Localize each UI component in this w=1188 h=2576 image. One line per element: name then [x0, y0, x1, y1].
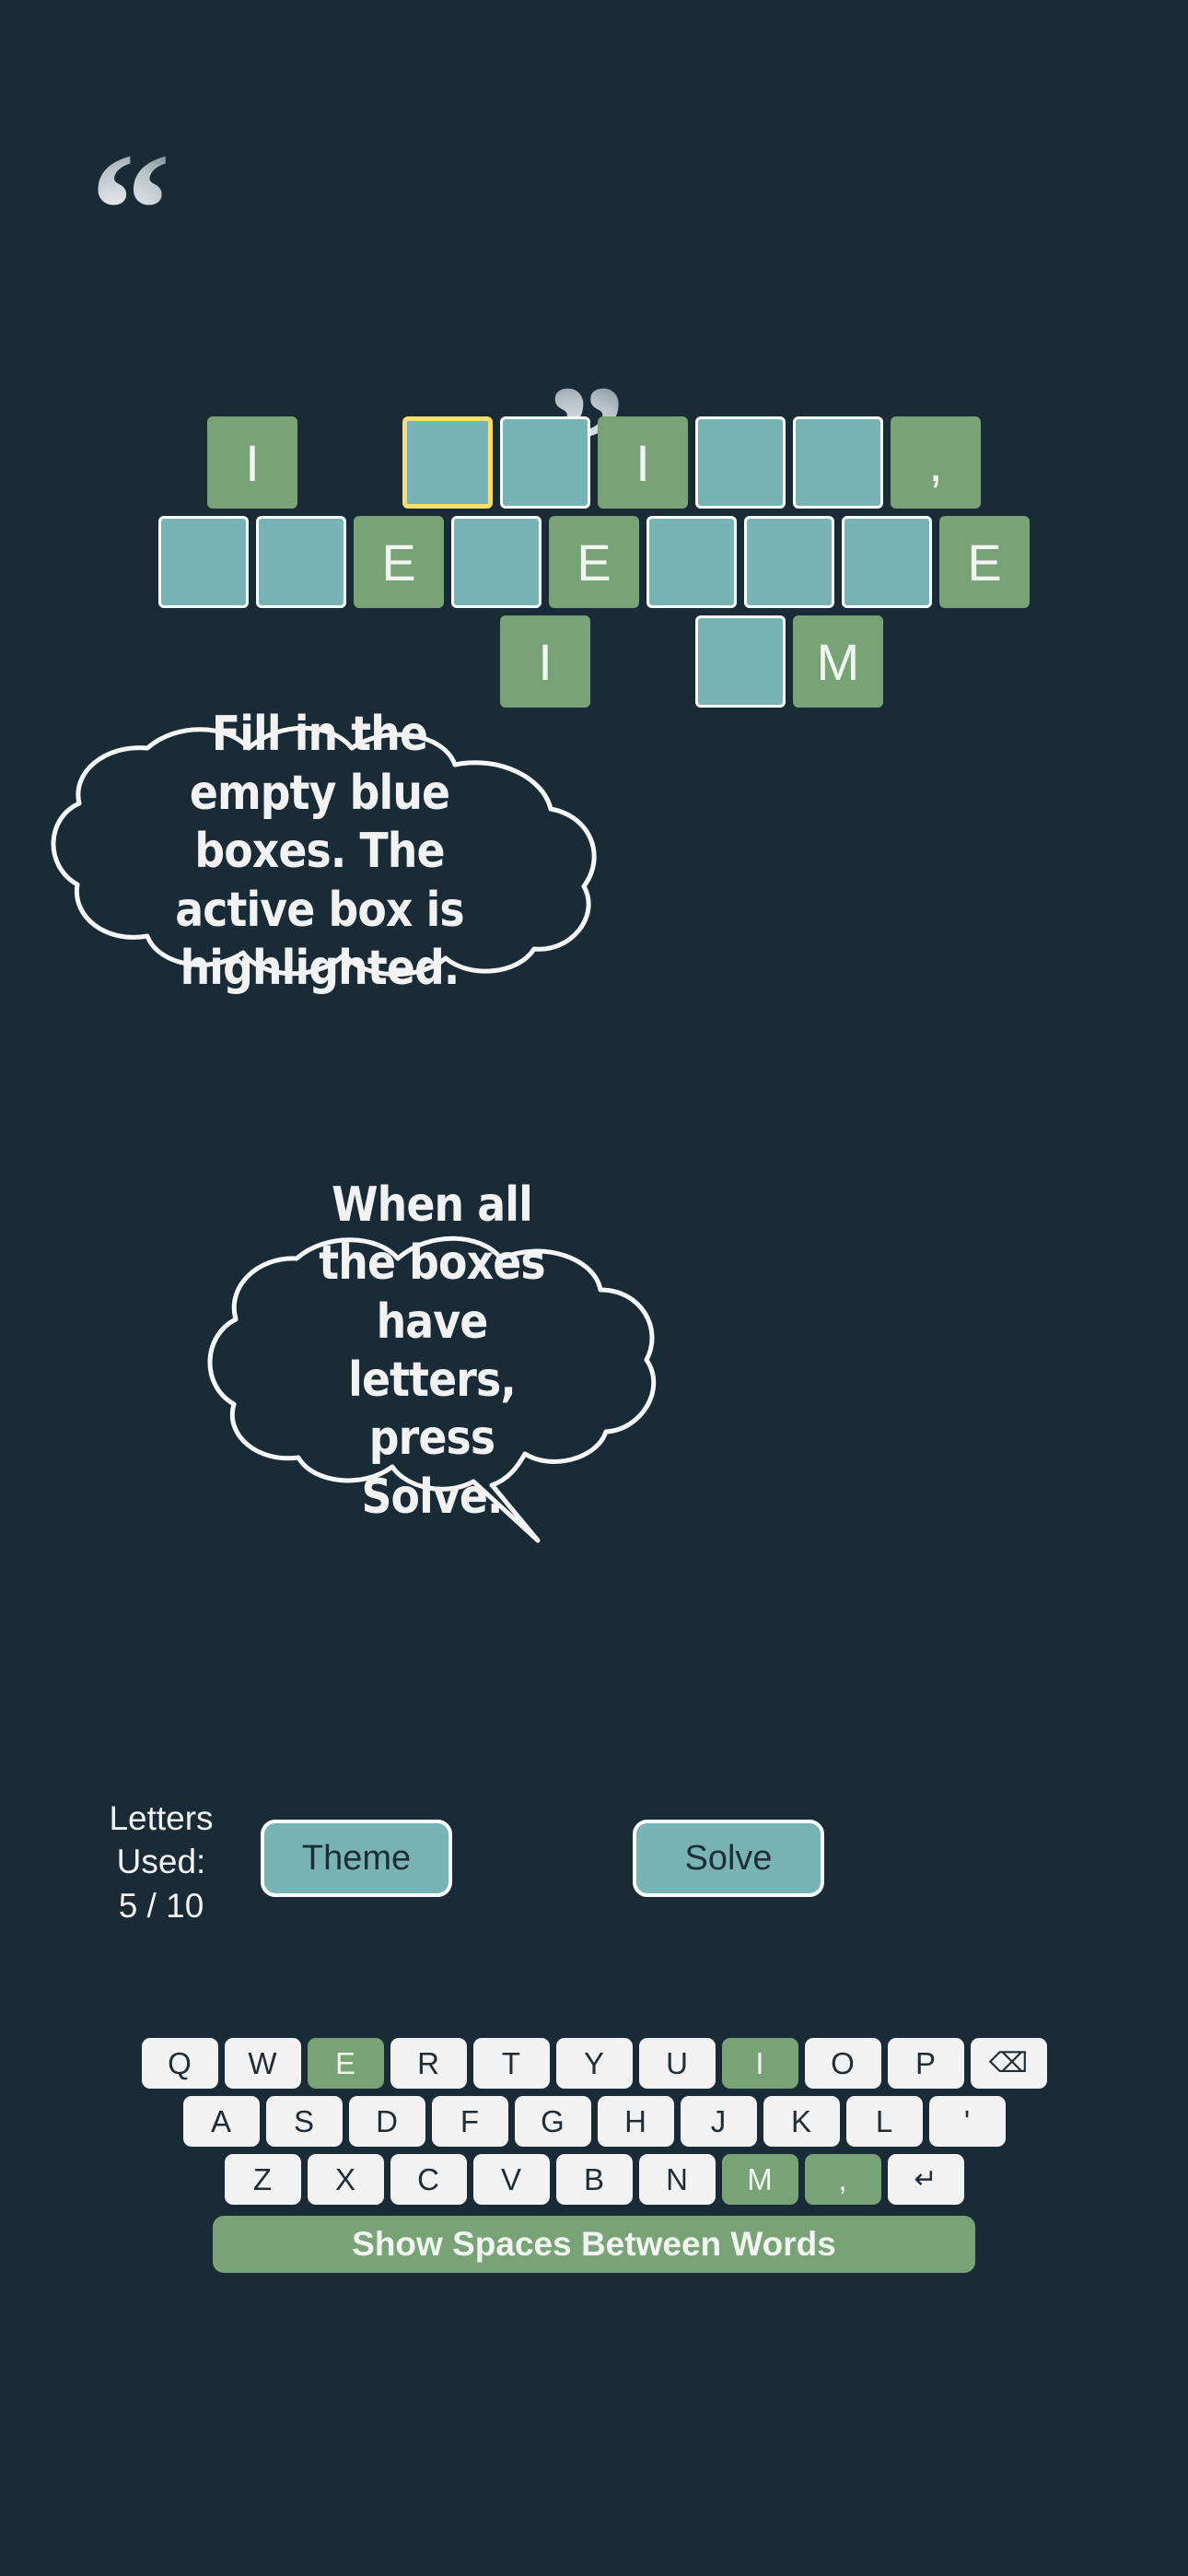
- puzzle-screen: “ ” II,EEEIM Fill in the empty blue boxe…: [0, 0, 1188, 2576]
- puzzle-tile[interactable]: [451, 516, 542, 608]
- key-i[interactable]: I: [721, 2038, 798, 2089]
- backspace-icon[interactable]: ⌫: [970, 2038, 1047, 2089]
- puzzle-tile[interactable]: M: [793, 615, 883, 708]
- puzzle-tile[interactable]: [695, 615, 786, 708]
- puzzle-tile[interactable]: [646, 516, 737, 608]
- key-r[interactable]: R: [390, 2038, 467, 2089]
- key-b[interactable]: B: [555, 2154, 633, 2205]
- key-t[interactable]: T: [472, 2038, 550, 2089]
- key-y[interactable]: Y: [555, 2038, 633, 2089]
- key-n[interactable]: N: [638, 2154, 716, 2205]
- hint-bubble-one-text: Fill in the empty blue boxes. The active…: [175, 707, 464, 997]
- puzzle-tile[interactable]: ,: [891, 416, 981, 509]
- puzzle-tile[interactable]: [158, 516, 249, 608]
- puzzle-tile[interactable]: [402, 416, 493, 509]
- key-v[interactable]: V: [472, 2154, 550, 2205]
- key-o[interactable]: O: [804, 2038, 881, 2089]
- key-w[interactable]: W: [224, 2038, 301, 2089]
- puzzle-tile[interactable]: E: [939, 516, 1030, 608]
- puzzle-gap: [305, 615, 395, 708]
- puzzle-tile[interactable]: [793, 416, 883, 509]
- puzzle-row: EEE: [0, 516, 1188, 608]
- key-h[interactable]: H: [597, 2096, 674, 2147]
- puzzle-row: IM: [0, 615, 1188, 708]
- key-comma[interactable]: ,: [804, 2154, 881, 2205]
- puzzle-tile[interactable]: I: [500, 615, 590, 708]
- key-l[interactable]: L: [845, 2096, 923, 2147]
- key-e[interactable]: E: [307, 2038, 384, 2089]
- show-spaces-button[interactable]: Show Spaces Between Words: [213, 2216, 975, 2273]
- hint-bubble-two: When all the boxes have letters, press S…: [197, 1177, 667, 1543]
- puzzle-grid: II,EEEIM: [0, 416, 1188, 715]
- key-q[interactable]: Q: [141, 2038, 218, 2089]
- hint-bubble-two-text: When all the boxes have letters, press S…: [319, 1177, 545, 1525]
- puzzle-gap: [305, 416, 395, 509]
- key-u[interactable]: U: [638, 2038, 716, 2089]
- key-p[interactable]: P: [887, 2038, 964, 2089]
- open-quote-icon: “: [90, 120, 171, 299]
- puzzle-tile[interactable]: [842, 516, 932, 608]
- puzzle-tile[interactable]: E: [354, 516, 444, 608]
- key-k[interactable]: K: [763, 2096, 840, 2147]
- keyboard-row: Z X C V B N M, ↵: [0, 2154, 1188, 2205]
- key-g[interactable]: G: [514, 2096, 591, 2147]
- puzzle-tile[interactable]: E: [549, 516, 639, 608]
- key-d[interactable]: D: [348, 2096, 425, 2147]
- puzzle-tile[interactable]: I: [207, 416, 297, 509]
- puzzle-tile[interactable]: I: [598, 416, 688, 509]
- key-f[interactable]: F: [431, 2096, 508, 2147]
- puzzle-tile[interactable]: [744, 516, 834, 608]
- key-j[interactable]: J: [680, 2096, 757, 2147]
- key-a[interactable]: A: [182, 2096, 260, 2147]
- puzzle-gap: [598, 615, 688, 708]
- letters-used-value: 5 / 10: [118, 1886, 204, 1925]
- puzzle-row: I I,: [0, 416, 1188, 509]
- theme-button[interactable]: Theme: [261, 1820, 452, 1897]
- puzzle-tile[interactable]: [695, 416, 786, 509]
- on-screen-keyboard: Q W E R T Y U I O P ⌫ A S D F G H J K L ' Z X C V B N M, ↵ Show Spac…: [0, 2038, 1188, 2273]
- solve-button[interactable]: Solve: [633, 1820, 824, 1897]
- letters-used-label: Letters Used:: [109, 1799, 214, 1881]
- hint-bubble-one: Fill in the empty blue boxes. The active…: [39, 707, 600, 997]
- key-c[interactable]: C: [390, 2154, 467, 2205]
- puzzle-gap: [402, 615, 493, 708]
- keyboard-row: Q W E R T Y U I O P ⌫: [0, 2038, 1188, 2089]
- key-z[interactable]: Z: [224, 2154, 301, 2205]
- key-m[interactable]: M: [721, 2154, 798, 2205]
- enter-icon[interactable]: ↵: [887, 2154, 964, 2205]
- puzzle-tile[interactable]: [256, 516, 346, 608]
- key-s[interactable]: S: [265, 2096, 343, 2147]
- keyboard-row: A S D F G H J K L ': [0, 2096, 1188, 2147]
- key-x[interactable]: X: [307, 2154, 384, 2205]
- key-apostrophe[interactable]: ': [928, 2096, 1006, 2147]
- puzzle-tile[interactable]: [500, 416, 590, 509]
- letters-used-counter: Letters Used: 5 / 10: [74, 1797, 249, 1927]
